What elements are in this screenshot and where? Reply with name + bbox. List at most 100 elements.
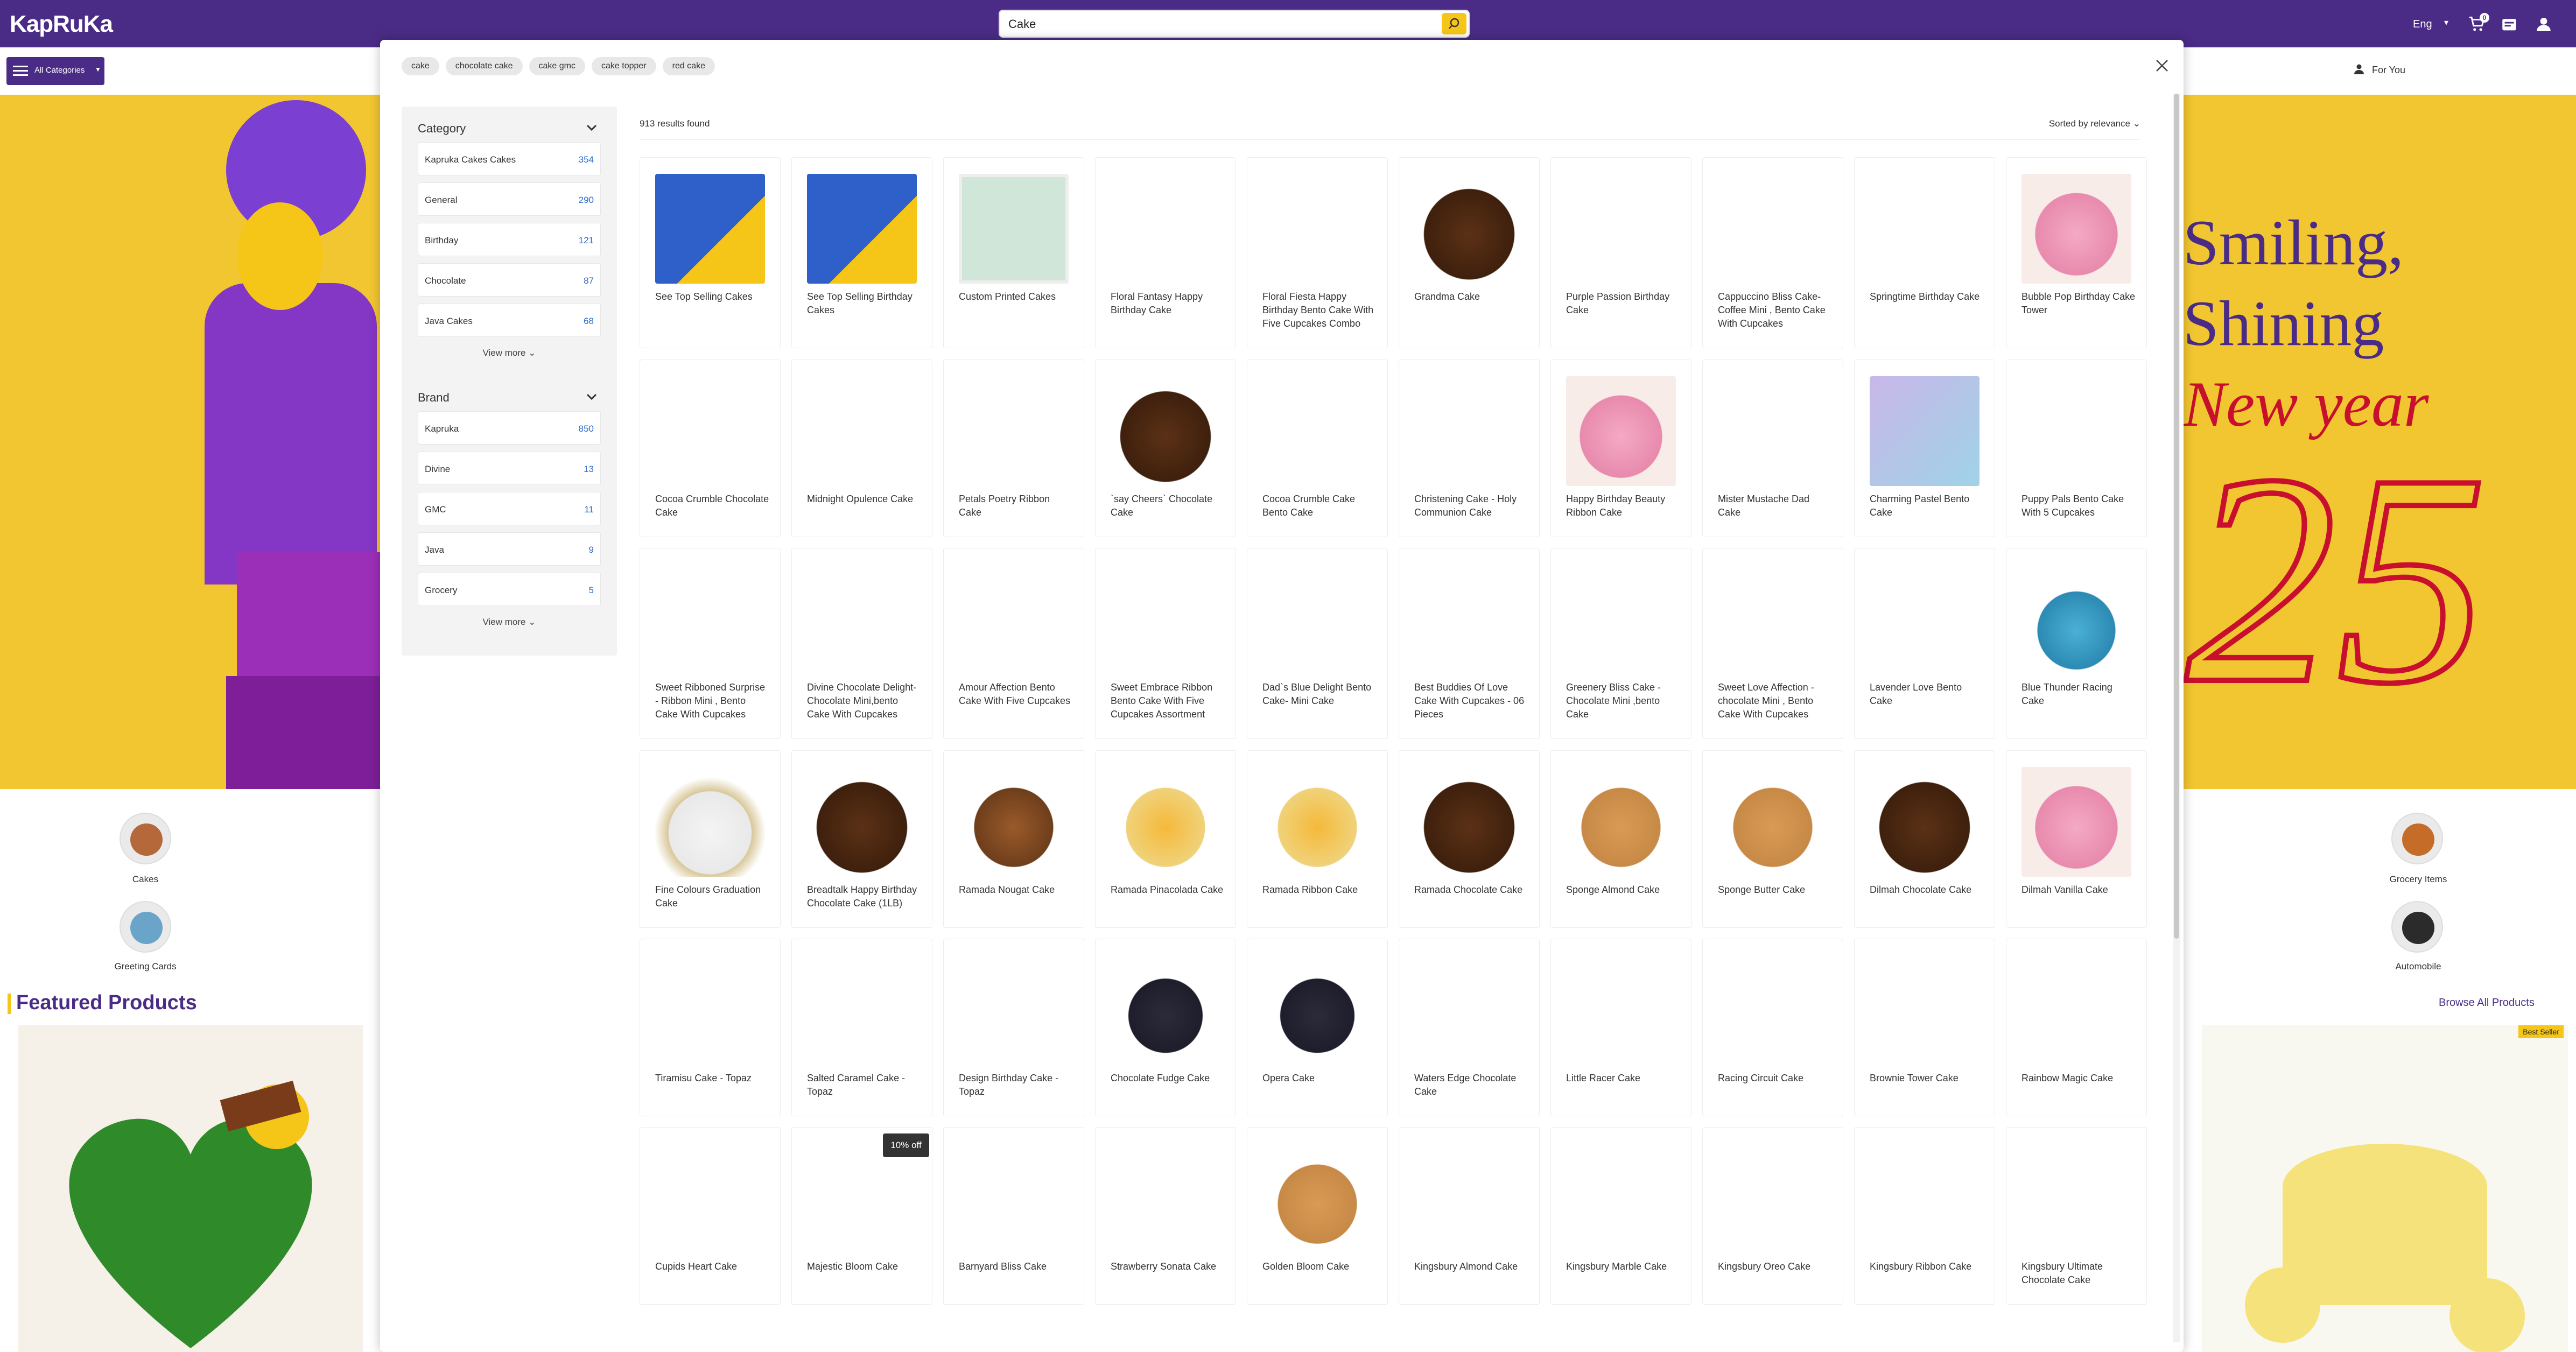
product-image[interactable] [1718, 767, 1828, 877]
product-title[interactable]: Salted Caramel Cake - Topaz [807, 1072, 922, 1098]
product-card[interactable]: Purple Passion Birthday Cake [1550, 157, 1691, 348]
product-card[interactable]: Lavender Love Bento Cake [1854, 548, 1995, 739]
product-title[interactable]: Chocolate Fudge Cake [1111, 1072, 1226, 1085]
product-card[interactable]: `say Cheers` Chocolate Cake [1095, 360, 1236, 537]
product-image[interactable] [1870, 767, 1980, 877]
product-title[interactable]: Cupids Heart Cake [655, 1260, 770, 1273]
product-title[interactable]: Charming Pastel Bento Cake [1870, 492, 1985, 519]
product-card[interactable]: Dilmah Vanilla Cake [2006, 750, 2147, 928]
product-image[interactable] [1111, 955, 1220, 1065]
language-selector[interactable]: Eng [2413, 18, 2432, 31]
product-title[interactable]: Barnyard Bliss Cake [959, 1260, 1074, 1273]
product-image[interactable] [1262, 955, 1372, 1065]
product-card[interactable]: Christening Cake - Holy Communion Cake [1399, 360, 1540, 537]
product-card[interactable]: Grandma Cake [1399, 157, 1540, 348]
product-image[interactable] [655, 767, 765, 877]
browse-all-products-link[interactable]: Browse All Products [2439, 997, 2535, 1009]
suggestion-chip[interactable]: cake gmc [529, 57, 585, 75]
user-account-icon[interactable] [2535, 15, 2553, 33]
product-card[interactable]: Puppy Pals Bento Cake With 5 Cupcakes [2006, 360, 2147, 537]
product-card[interactable]: Custom Printed Cakes [943, 157, 1084, 348]
product-image[interactable] [1414, 767, 1524, 877]
category-grocery-label[interactable]: Grocery Items [2364, 874, 2472, 885]
product-card[interactable]: Waters Edge Chocolate Cake [1399, 939, 1540, 1116]
category-filter-item[interactable]: Java Cakes 68 [418, 304, 601, 337]
product-title[interactable]: Waters Edge Chocolate Cake [1414, 1072, 1529, 1098]
product-title[interactable]: Opera Cake [1262, 1072, 1378, 1085]
close-icon[interactable] [2151, 55, 2173, 76]
brand-filter-item[interactable]: Java 9 [418, 532, 601, 566]
product-title[interactable]: Ramada Pinacolada Cake [1111, 883, 1226, 897]
orders-icon[interactable] [2500, 15, 2518, 33]
sort-dropdown[interactable]: Sorted by relevance ⌄ [2049, 118, 2140, 129]
product-card[interactable]: Breadtalk Happy Birthday Chocolate Cake … [791, 750, 932, 928]
product-image[interactable] [807, 174, 917, 284]
search-box[interactable] [999, 10, 1470, 38]
product-title[interactable]: Golden Bloom Cake [1262, 1260, 1378, 1273]
category-cakes-icon[interactable] [120, 813, 171, 864]
product-title[interactable]: Midnight Opulence Cake [807, 492, 922, 506]
product-card[interactable]: Sweet Embrace Ribbon Bento Cake With Fiv… [1095, 548, 1236, 739]
category-grocery-icon[interactable] [2391, 813, 2443, 864]
product-title[interactable]: Grandma Cake [1414, 290, 1529, 304]
product-title[interactable]: Happy Birthday Beauty Ribbon Cake [1566, 492, 1681, 519]
product-card[interactable]: Sweet Ribboned Surprise - Ribbon Mini , … [640, 548, 781, 739]
product-title[interactable]: Sweet Love Affection - chocolate Mini , … [1718, 681, 1833, 721]
brand-filter-item[interactable]: Kapruka 850 [418, 411, 601, 445]
product-image[interactable] [1262, 1144, 1372, 1254]
product-title[interactable]: Sponge Almond Cake [1566, 883, 1681, 897]
product-card[interactable]: Racing Circuit Cake [1702, 939, 1843, 1116]
product-card[interactable]: Cappuccino Bliss Cake- Coffee Mini , Ben… [1702, 157, 1843, 348]
chevron-down-icon[interactable] [584, 389, 600, 405]
product-title[interactable]: Bubble Pop Birthday Cake Tower [2022, 290, 2137, 317]
product-image[interactable] [1566, 767, 1676, 877]
product-card[interactable]: Brownie Tower Cake [1854, 939, 1995, 1116]
brand-filter-item[interactable]: GMC 11 [418, 492, 601, 525]
product-image[interactable] [2022, 767, 2131, 877]
product-image[interactable] [959, 767, 1069, 877]
brand-filter-item[interactable]: Divine 13 [418, 452, 601, 485]
product-title[interactable]: Puppy Pals Bento Cake With 5 Cupcakes [2022, 492, 2137, 519]
product-image[interactable] [1111, 767, 1220, 877]
product-card[interactable]: Barnyard Bliss Cake [943, 1127, 1084, 1305]
product-title[interactable]: Springtime Birthday Cake [1870, 290, 1985, 304]
product-title[interactable]: See Top Selling Birthday Cakes [807, 290, 922, 317]
product-card[interactable]: Bubble Pop Birthday Cake Tower [2006, 157, 2147, 348]
category-automobile-icon[interactable] [2391, 901, 2443, 953]
product-card[interactable]: Opera Cake [1247, 939, 1388, 1116]
product-title[interactable]: Kingsbury Marble Cake [1566, 1260, 1681, 1273]
product-image[interactable] [2022, 565, 2131, 674]
category-cakes-label[interactable]: Cakes [92, 874, 199, 885]
product-title[interactable]: `say Cheers` Chocolate Cake [1111, 492, 1226, 519]
for-you-link[interactable]: For You [2372, 65, 2405, 76]
product-card[interactable]: Happy Birthday Beauty Ribbon Cake [1550, 360, 1691, 537]
product-card[interactable]: Salted Caramel Cake - Topaz [791, 939, 932, 1116]
category-filter-item[interactable]: General 290 [418, 182, 601, 216]
product-title[interactable]: Racing Circuit Cake [1718, 1072, 1833, 1085]
category-greeting-cards-icon[interactable] [120, 901, 171, 953]
product-card[interactable]: Cupids Heart Cake [640, 1127, 781, 1305]
product-card[interactable]: Midnight Opulence Cake [791, 360, 932, 537]
brand-view-more-button[interactable]: View more ⌄ [402, 617, 617, 628]
product-card[interactable]: Amour Affection Bento Cake With Five Cup… [943, 548, 1084, 739]
product-card[interactable]: Charming Pastel Bento Cake [1854, 360, 1995, 537]
product-image[interactable] [1111, 376, 1220, 486]
product-card[interactable]: Strawberry Sonata Cake [1095, 1127, 1236, 1305]
kapruka-logo[interactable]: KapRuKa [10, 11, 113, 38]
product-card[interactable]: Ramada Nougat Cake [943, 750, 1084, 928]
product-card[interactable]: Kingsbury Ultimate Chocolate Cake [2006, 1127, 2147, 1305]
product-title[interactable]: Dilmah Chocolate Cake [1870, 883, 1985, 897]
product-title[interactable]: Cocoa Crumble Chocolate Cake [655, 492, 770, 519]
product-card[interactable]: Kingsbury Oreo Cake [1702, 1127, 1843, 1305]
product-card[interactable]: Sponge Butter Cake [1702, 750, 1843, 928]
product-title[interactable]: Petals Poetry Ribbon Cake [959, 492, 1074, 519]
product-card[interactable]: Dad`s Blue Delight Bento Cake- Mini Cake [1247, 548, 1388, 739]
product-title[interactable]: Mister Mustache Dad Cake [1718, 492, 1833, 519]
suggestion-chip[interactable]: red cake [662, 57, 715, 75]
product-title[interactable]: Kingsbury Ultimate Chocolate Cake [2022, 1260, 2137, 1287]
product-card[interactable]: Fine Colours Graduation Cake [640, 750, 781, 928]
product-title[interactable]: Custom Printed Cakes [959, 290, 1074, 304]
product-title[interactable]: Sweet Embrace Ribbon Bento Cake With Fiv… [1111, 681, 1226, 721]
chevron-down-icon[interactable] [584, 119, 600, 136]
product-card[interactable]: Ramada Chocolate Cake [1399, 750, 1540, 928]
